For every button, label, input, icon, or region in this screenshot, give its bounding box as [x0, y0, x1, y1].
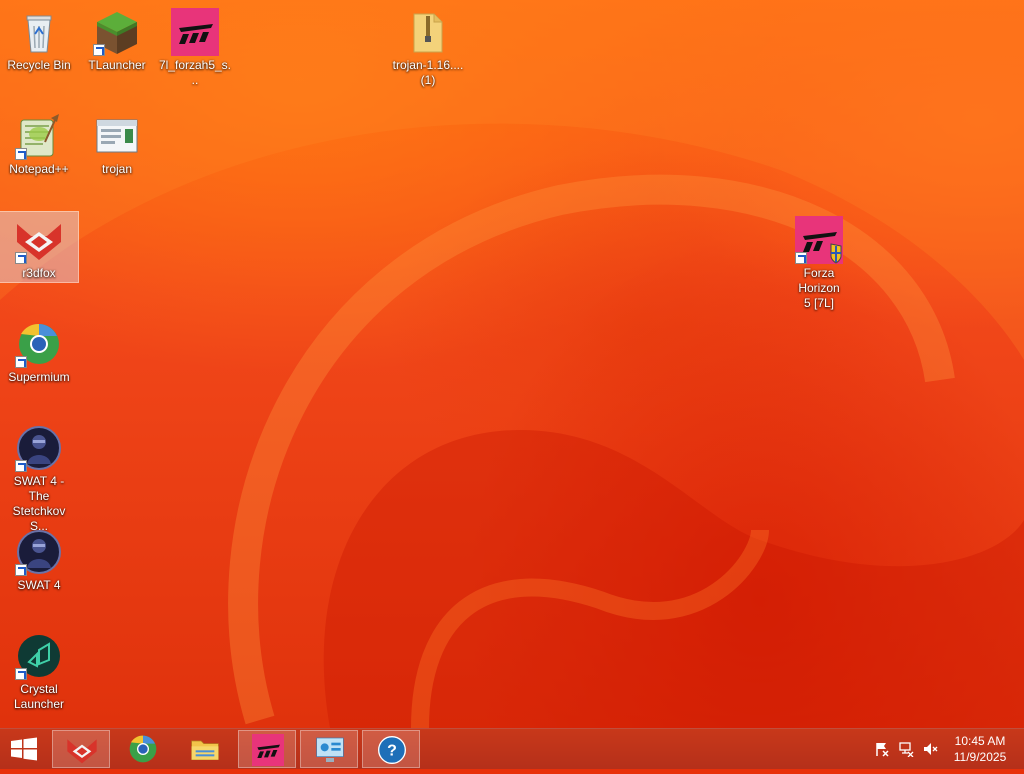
desktop-icon-trojan-zip[interactable]: trojan-1.16.... (1) [389, 4, 467, 88]
desktop-icon-crystal-launcher[interactable]: Crystal Launcher [0, 628, 78, 712]
file-explorer-icon [191, 740, 219, 760]
taskbar: ? 10:45 AM 11/9/2025 [0, 728, 1024, 769]
r3dfox-icon [67, 739, 97, 764]
taskbar-button-file-explorer[interactable] [176, 730, 234, 768]
taskbar-button-r3dfox[interactable] [52, 730, 110, 768]
taskbar-button-forza[interactable] [238, 730, 296, 768]
desktop-icon-label: r3dfox [22, 266, 56, 280]
shortcut-arrow-icon [15, 668, 27, 680]
shortcut-arrow-icon [15, 252, 27, 264]
desktop-icon-label: trojan-1.16.... [392, 58, 464, 72]
desktop-icon-label: SWAT 4 [17, 578, 61, 592]
desktop-icon-label: trojan [101, 162, 133, 176]
volume-muted-icon[interactable] [922, 741, 938, 757]
start-button[interactable] [0, 729, 48, 769]
clock-date: 11/9/2025 [953, 750, 1007, 764]
control-panel-icon [316, 737, 344, 762]
swat4-icon [15, 424, 63, 472]
zip-folder-icon [404, 8, 452, 56]
application-window-icon [93, 112, 141, 160]
desktop-icon-label: 7l_forzah5_s... [158, 58, 232, 87]
action-center-flag-icon[interactable] [874, 741, 890, 757]
taskbar-clock[interactable]: 10:45 AM 11/9/2025 [944, 733, 1016, 765]
clock-time: 10:45 AM [954, 734, 1006, 748]
desktop-icon-label: 5 [7L] [803, 296, 835, 310]
desktop-icon-label: (1) [420, 73, 436, 87]
notepadpp-icon [15, 112, 63, 160]
desktop-icon-r3dfox[interactable]: r3dfox [0, 211, 79, 283]
svg-text:?: ? [387, 742, 397, 759]
desktop-icon-notepadpp[interactable]: Notepad++ [0, 108, 78, 177]
desktop-icon-label: Recycle Bin [7, 58, 71, 72]
swat4-icon [15, 528, 63, 576]
shortcut-arrow-icon [15, 356, 27, 368]
forza-icon [795, 216, 843, 264]
forza-icon [171, 8, 219, 56]
crystal-launcher-icon [15, 632, 63, 680]
help-icon: ? [378, 736, 406, 764]
tlauncher-icon [93, 8, 141, 56]
taskbar-button-help[interactable]: ? [362, 730, 420, 768]
r3dfox-icon [15, 216, 63, 264]
recycle-bin-icon [15, 8, 63, 56]
taskbar-button-control-panel[interactable] [300, 730, 358, 768]
desktop-icon-label: Notepad++ [9, 162, 69, 176]
supermium-icon [15, 320, 63, 368]
desktop-icon-label: Crystal [20, 682, 58, 696]
windows-logo-icon [11, 737, 37, 761]
desktop-icon-recycle-bin[interactable]: Recycle Bin [0, 4, 78, 73]
shortcut-arrow-icon [15, 564, 27, 576]
network-icon[interactable] [898, 741, 914, 758]
supermium-icon [129, 735, 157, 763]
shortcut-arrow-icon [15, 460, 27, 472]
shortcut-arrow-icon [795, 252, 807, 264]
desktop-icon-swat4[interactable]: SWAT 4 [0, 524, 78, 593]
forza-icon [252, 734, 284, 766]
desktop-icon-label: Forza Horizon [798, 266, 840, 295]
taskbar-button-supermium[interactable] [114, 730, 172, 768]
desktop-icon-label: TLauncher [88, 58, 146, 72]
desktop-icon-tlauncher[interactable]: TLauncher [78, 4, 156, 73]
desktop-icon-swat4-stetchkov[interactable]: SWAT 4 - The Stetchkov S... [0, 420, 78, 534]
desktop-icon-supermium[interactable]: Supermium [0, 316, 78, 385]
desktop-icon-trojan[interactable]: trojan [78, 108, 156, 177]
desktop-icon-label: Launcher [13, 697, 65, 711]
desktop-icon-forza-horizon-5[interactable]: Forza Horizon 5 [7L] [780, 212, 858, 311]
desktop-icon-label: Supermium [8, 370, 70, 384]
shortcut-arrow-icon [93, 44, 105, 56]
desktop-icon-label: SWAT 4 - The [13, 474, 65, 503]
shortcut-arrow-icon [15, 148, 27, 160]
desktop-icon-forzah5-s[interactable]: 7l_forzah5_s... [156, 4, 234, 88]
